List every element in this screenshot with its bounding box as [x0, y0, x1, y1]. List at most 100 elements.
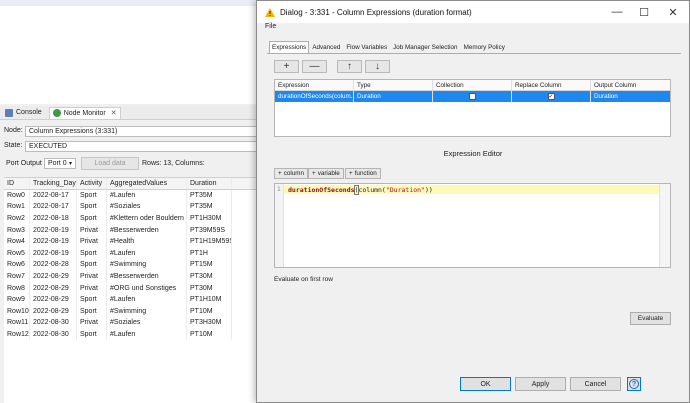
aggregated-values-cell: #Laufen — [107, 189, 187, 202]
help-button[interactable]: ? — [627, 377, 641, 391]
row-id-cell: Row2 — [4, 212, 30, 225]
collection-cell — [433, 91, 512, 102]
insert-column-label: column — [283, 170, 304, 177]
grid-header: Expression — [275, 80, 354, 90]
row-id-cell: Row7 — [4, 270, 30, 283]
activity-cell: Sport — [77, 189, 107, 202]
tracking-day-cell: 2022-08-19 — [30, 224, 77, 236]
port-select-value: Port 0 — [48, 160, 67, 167]
column-header[interactable]: AggregatedValues — [107, 178, 187, 189]
move-up-button[interactable]: ↑ — [337, 60, 362, 73]
tab-node-monitor[interactable]: Node Monitor ✕ — [48, 106, 121, 119]
line-gutter — [275, 184, 284, 267]
ok-button[interactable]: OK — [460, 377, 511, 391]
tab-advanced[interactable]: Advanced — [309, 41, 343, 53]
duration-cell: PT30M — [187, 270, 232, 283]
table-row[interactable]: Row11 2022-08-30 Privat #Soziales PT3H30M — [4, 317, 262, 329]
type-cell[interactable]: Duration — [354, 91, 433, 102]
move-down-button[interactable]: ↓ — [365, 60, 390, 73]
add-expression-button[interactable]: + — [274, 60, 299, 73]
tab-job-manager-selection[interactable]: Job Manager Selection — [390, 41, 460, 53]
aggregated-values-cell: #Klettern oder Bouldern — [107, 212, 187, 225]
warning-icon — [265, 7, 275, 17]
chevron-down-icon: ▾ — [68, 161, 72, 167]
table-row[interactable]: Row9 2022-08-29 Sport #Laufen PT1H10M — [4, 293, 262, 306]
expressions-grid: Expression Type Collection Replace Colum… — [274, 79, 671, 137]
remove-expression-button[interactable]: — — [302, 60, 327, 73]
activity-cell: Privat — [77, 270, 107, 283]
tab-expressions[interactable]: Expressions — [269, 41, 310, 53]
column-header[interactable]: Tracking_Day — [30, 178, 77, 189]
code-function: durationOfSeconds — [288, 185, 355, 194]
activity-cell: Privat — [77, 235, 107, 248]
code-line: durationOfSeconds(column("Duration")) — [288, 184, 433, 195]
column-header[interactable]: ID — [4, 178, 30, 189]
duration-cell: PT3H30M — [187, 317, 232, 329]
column-header[interactable]: Activity — [77, 178, 107, 189]
tracking-day-cell: 2022-08-28 — [30, 259, 77, 271]
table-row[interactable]: Row2 2022-08-18 Sport #Klettern oder Boulde… — [4, 212, 262, 225]
dialog-titlebar[interactable]: Dialog - 3:331 - Column Expressions (dur… — [257, 1, 689, 23]
table-row[interactable]: Row8 2022-08-29 Privat #ORG und Sonstiges PT… — [4, 282, 262, 294]
replace-column-cell: ✓ — [512, 91, 591, 102]
apply-button[interactable]: Apply — [515, 377, 566, 391]
table-row[interactable]: Row7 2022-08-29 Privat #Besserwerden PT30M — [4, 270, 262, 283]
row-id-cell: Row8 — [4, 282, 30, 294]
expression-editor[interactable]: 1 durationOfSeconds(column("Duration")) — [274, 183, 671, 268]
port-output-label: Port Output — [6, 160, 42, 167]
duration-cell: PT10M — [187, 305, 232, 318]
aggregated-values-cell: #Swimming — [107, 259, 187, 271]
table-row[interactable]: Row1 2022-08-17 Sport #Soziales PT35M — [4, 201, 262, 213]
load-data-button[interactable]: Load data — [81, 157, 139, 170]
port-select[interactable]: Port 0 ▾ — [44, 158, 76, 169]
row-id-cell: Row9 — [4, 293, 30, 306]
console-icon — [5, 108, 13, 117]
duration-cell: PT39M59S — [187, 224, 232, 236]
minimize-icon[interactable]: — — [611, 6, 623, 18]
close-icon[interactable]: ✕ — [667, 6, 679, 19]
insert-variable-button[interactable]: + variable — [308, 168, 344, 179]
grid-header: Collection — [433, 80, 512, 90]
evaluate-button[interactable]: Evaluate — [630, 312, 671, 325]
row-id-cell: Row4 — [4, 235, 30, 248]
duration-cell: PT30M — [187, 282, 232, 294]
insert-function-button[interactable]: + function — [345, 168, 381, 179]
tracking-day-cell: 2022-08-30 — [30, 317, 77, 329]
replace-column-checkbox[interactable]: ✓ — [547, 93, 555, 100]
table-row[interactable]: Row0 2022-08-17 Sport #Laufen PT35M — [4, 189, 262, 202]
menu-file[interactable]: File — [265, 23, 276, 30]
tab-memory-policy[interactable]: Memory Policy — [461, 41, 508, 53]
editor-scrollbar[interactable] — [659, 184, 670, 267]
tab-flow-variables[interactable]: Flow Variables — [343, 41, 390, 53]
cancel-button[interactable]: Cancel — [570, 377, 621, 391]
row-id-cell: Row0 — [4, 189, 30, 202]
expression-cell[interactable]: durationOfSeconds(colum... — [275, 91, 354, 102]
table-row[interactable]: Row5 2022-08-19 Sport #Laufen PT1H — [4, 247, 262, 260]
rows-info: Rows: 13, Columns: — [142, 160, 205, 167]
table-row[interactable]: Row3 2022-08-19 Privat #Besserwerden PT39M59… — [4, 224, 262, 236]
close-icon[interactable]: ✕ — [111, 109, 117, 117]
aggregated-values-cell: #Besserwerden — [107, 270, 187, 283]
grid-header: Output Column — [594, 81, 637, 89]
table-row[interactable]: Row12 2022-08-30 Sport #Laufen PT10M — [4, 328, 262, 341]
monitor-icon — [52, 109, 61, 117]
dialog-title: Dialog - 3:331 - Column Expressions (dur… — [280, 7, 472, 17]
collection-checkbox[interactable] — [468, 93, 476, 100]
expression-row[interactable]: durationOfSeconds(colum... Duration ✓ Du… — [275, 91, 670, 102]
aggregated-values-cell: #Health — [107, 235, 187, 248]
row-id-cell: Row6 — [4, 259, 30, 271]
table-row[interactable]: Row10 2022-08-29 Sport #Swimming PT10M — [4, 305, 262, 318]
activity-cell: Privat — [77, 282, 107, 294]
column-header[interactable]: Duration — [187, 178, 232, 189]
expression-editor-title: Expression Editor — [443, 149, 503, 158]
plus-icon: + — [312, 170, 316, 177]
activity-cell: Sport — [77, 305, 107, 318]
insert-column-button[interactable]: + column — [274, 168, 308, 179]
tab-console[interactable]: Console — [2, 107, 45, 119]
tab-node-monitor-label: Node Monitor — [63, 109, 106, 117]
table-row[interactable]: Row4 2022-08-19 Privat #Health PT1H19M59S — [4, 235, 262, 248]
maximize-icon[interactable]: ☐ — [638, 6, 650, 19]
grid-header: Replace Column — [512, 80, 591, 90]
output-column-cell[interactable]: Duration — [591, 91, 670, 102]
table-row[interactable]: Row6 2022-08-28 Sport #Swimming PT15M — [4, 259, 262, 271]
